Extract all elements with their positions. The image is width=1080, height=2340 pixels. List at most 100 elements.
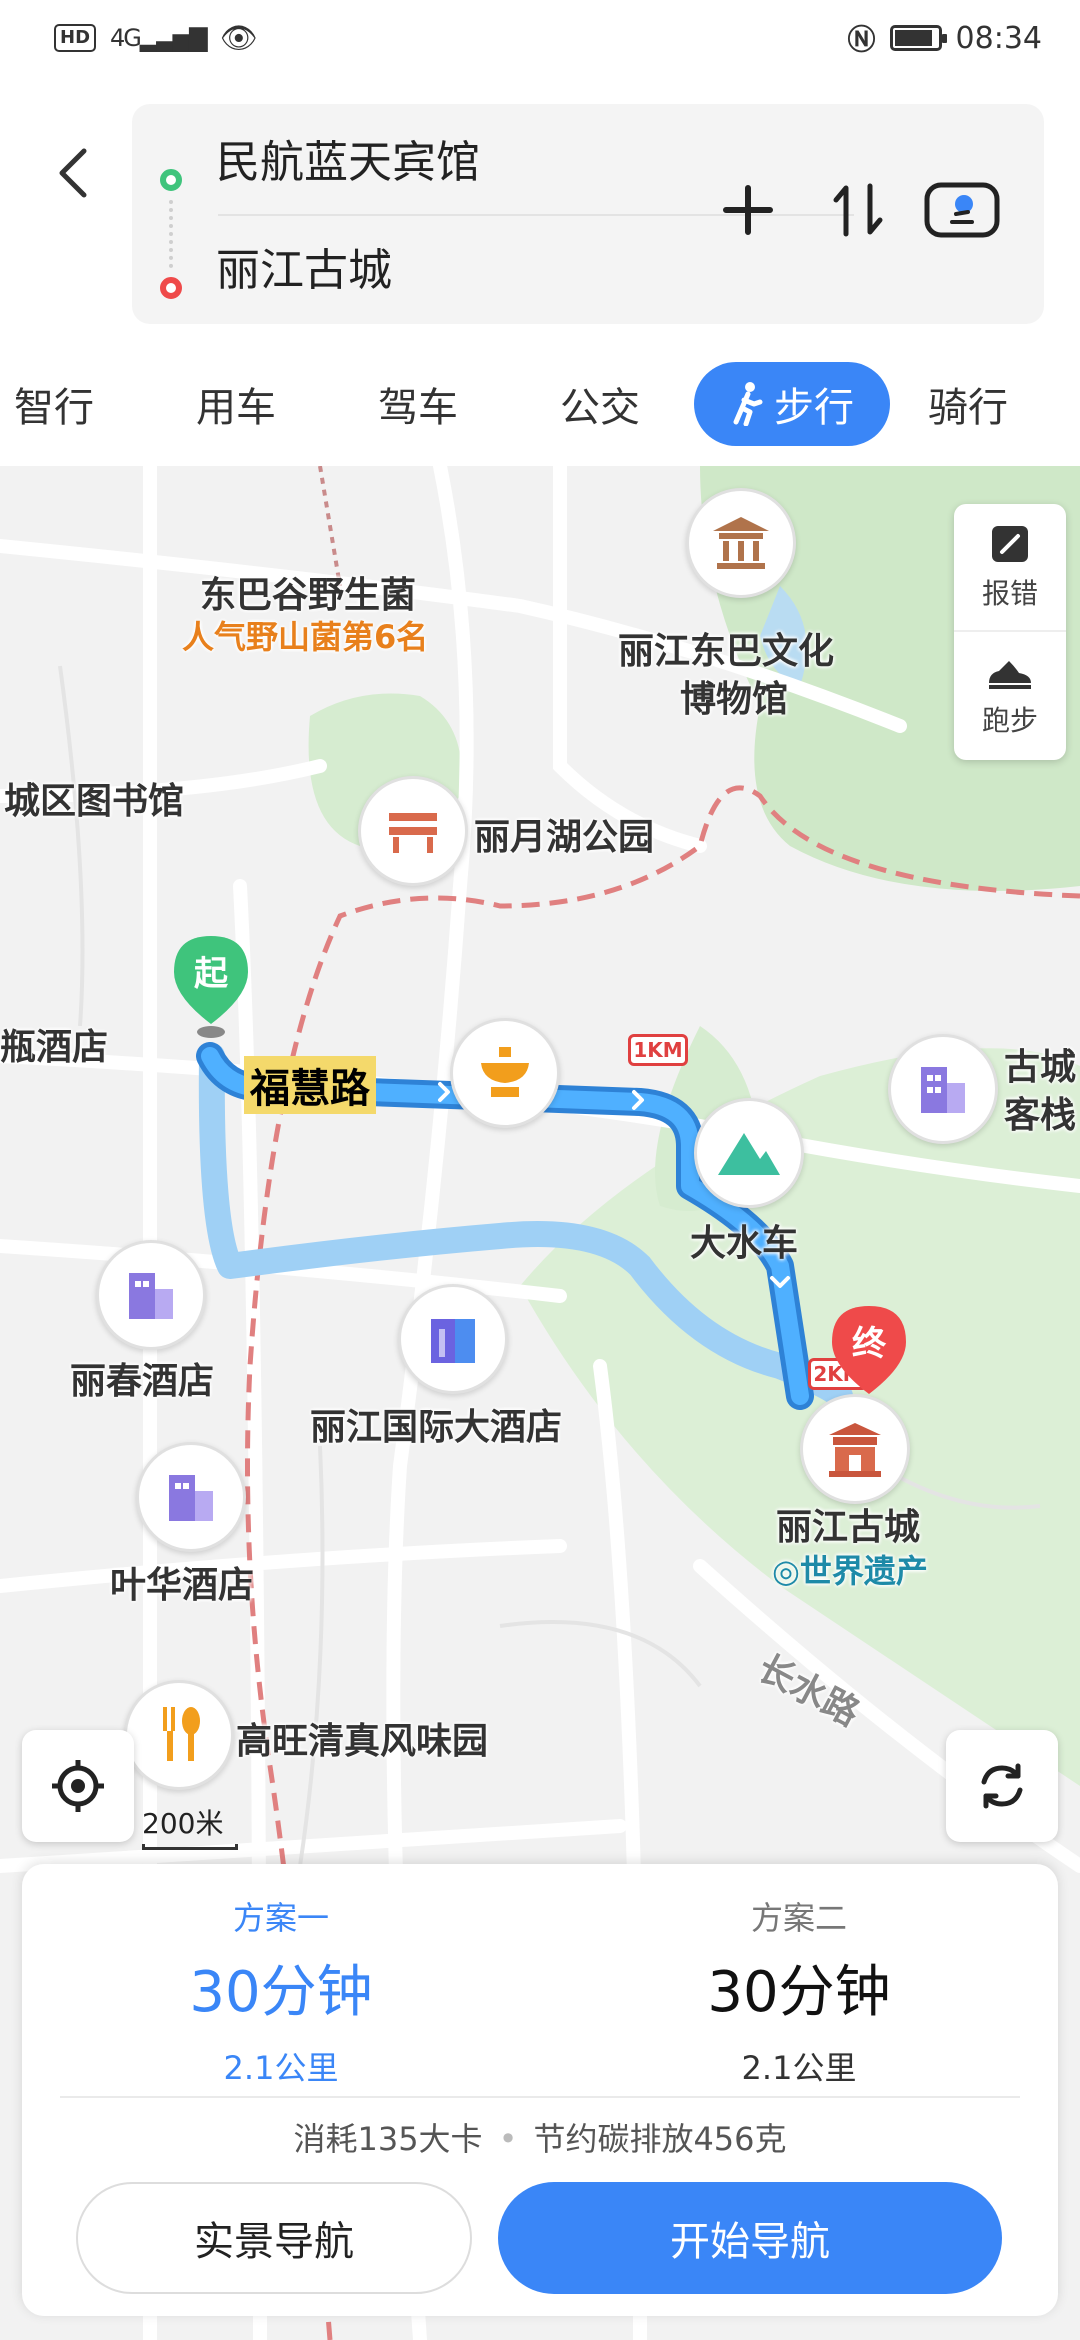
- divider: [60, 2096, 1020, 2098]
- plan-1-name: 方案一: [232, 1899, 329, 1937]
- plan-1-time: 30分钟: [189, 1960, 373, 2025]
- back-button[interactable]: [44, 128, 104, 218]
- route-connector: [169, 200, 173, 268]
- start-navigation-button[interactable]: 开始导航: [498, 2182, 1002, 2294]
- map-tools-panel: 报错 跑步: [954, 504, 1066, 760]
- label-gaowang: 高旺清真风味园: [236, 1721, 489, 1762]
- plan-2-time: 30分钟: [707, 1960, 891, 2025]
- eye-icon: 👁: [219, 20, 258, 56]
- locate-button[interactable]: [22, 1730, 134, 1842]
- label-museum: 丽江东巴文化: [618, 631, 835, 672]
- hotel-icon: [921, 1067, 965, 1113]
- label-dashuiche: 大水车: [690, 1223, 799, 1264]
- edit-icon: [992, 526, 1028, 562]
- add-waypoint-button[interactable]: [708, 170, 788, 250]
- locate-icon: [52, 1760, 104, 1812]
- start-pin: 起: [168, 932, 254, 1046]
- label-intl-hotel: 丽江国际大酒店: [310, 1407, 563, 1448]
- restaurant-icon: [163, 1707, 200, 1761]
- report-error-button[interactable]: 报错: [954, 504, 1066, 632]
- hd-badge: HD: [54, 24, 97, 52]
- calories-text: 消耗135大卡: [293, 2120, 483, 2158]
- route-plans-card: 方案一 30分钟 2.1公里 方案二 30分钟 2.1公里 消耗135大卡 • 节约…: [22, 1864, 1058, 2316]
- plan-option-2[interactable]: 方案二 30分钟 2.1公里: [540, 1888, 1058, 2098]
- building-icon: [431, 1319, 475, 1363]
- signal-icon: 4G▂▃▅▇: [110, 24, 208, 52]
- poi-intl-hotel[interactable]: [398, 1284, 508, 1394]
- plan-1-distance: 2.1公里: [223, 2049, 339, 2087]
- carbon-text: 节约碳排放456克: [533, 2120, 787, 2158]
- destination-field[interactable]: 丽江古城: [216, 226, 392, 306]
- poi-old-town-inn[interactable]: [888, 1034, 998, 1144]
- label-lichun-hotel: 丽春酒店: [70, 1361, 215, 1402]
- museum-icon: [713, 517, 769, 569]
- poi-gaowang[interactable]: [124, 1680, 234, 1790]
- plan-2-name: 方案二: [750, 1899, 847, 1937]
- label-world-heritage: ◎世界遗产: [772, 1552, 928, 1590]
- separator-dot: •: [498, 2120, 518, 2158]
- run-label: 跑步: [981, 704, 1038, 737]
- mode-tabs: 智行 用车 驾车 公交 步行 骑行: [0, 354, 1080, 454]
- poi-yehua-hotel[interactable]: [136, 1442, 246, 1552]
- start-dot-icon: [160, 169, 182, 191]
- status-bar: HD 4G▂▃▅▇ 👁 Ⓝ 08:34: [0, 0, 1080, 76]
- poi-museum[interactable]: [686, 488, 796, 598]
- ar-navigation-button[interactable]: 实景导航: [76, 2182, 472, 2294]
- label-museum-2: 博物馆: [680, 679, 789, 720]
- nfc-icon: Ⓝ: [847, 23, 876, 56]
- map-scale-label: 200米: [142, 1807, 224, 1840]
- gate-icon: [829, 1423, 881, 1477]
- hotel-icon: [169, 1475, 213, 1521]
- label-old-town-inn-2: 客栈: [1004, 1095, 1077, 1136]
- tab-drive[interactable]: 驾车: [362, 354, 474, 454]
- hotel-icon: [129, 1273, 173, 1319]
- label-library: 城区图书馆: [4, 781, 185, 822]
- refresh-icon: [981, 1763, 1023, 1809]
- swap-icon: [833, 183, 883, 237]
- bench-icon: [389, 813, 437, 853]
- voice-button[interactable]: [922, 170, 1002, 250]
- poi-dongba-mushroom[interactable]: [450, 1018, 560, 1128]
- label-old-town: 丽江古城: [776, 1507, 921, 1548]
- tab-walk-label: 步行: [774, 385, 854, 431]
- back-arrow-icon: [59, 148, 87, 198]
- battery-icon: [889, 25, 947, 51]
- end-dot-icon: [160, 277, 182, 299]
- run-button[interactable]: 跑步: [954, 632, 1066, 760]
- label-dongba-mushroom: 东巴谷野生菌: [200, 575, 417, 616]
- tab-car-hailing[interactable]: 用车: [180, 354, 292, 454]
- tab-smart[interactable]: 智行: [0, 354, 96, 454]
- shoe-icon: [989, 661, 1031, 689]
- walk-icon: [733, 382, 763, 426]
- plan-2-distance: 2.1公里: [741, 2049, 857, 2087]
- poi-lichun-hotel[interactable]: [96, 1240, 206, 1350]
- label-hotel-left: 瓶酒店: [0, 1027, 109, 1068]
- end-pin-label: 终: [852, 1324, 886, 1364]
- route-header: 民航蓝天宾馆 丽江古城 智行 用车 驾车 公交 步行 骑行: [0, 76, 1080, 466]
- tab-transit[interactable]: 公交: [544, 354, 656, 454]
- tab-walk[interactable]: 步行: [694, 362, 890, 446]
- label-yehua-hotel: 叶华酒店: [110, 1565, 255, 1606]
- poi-dashuiche[interactable]: [694, 1098, 804, 1208]
- route-input-box: 民航蓝天宾馆 丽江古城: [132, 104, 1044, 324]
- hotpot-icon: [481, 1047, 529, 1097]
- clock: 08:34: [955, 20, 1042, 56]
- label-dongba-mushroom-rank: 人气野山菌第6名: [182, 618, 429, 656]
- poi-liyue-park[interactable]: [358, 776, 468, 886]
- origin-field[interactable]: 民航蓝天宾馆: [216, 118, 480, 198]
- refresh-button[interactable]: [946, 1730, 1058, 1842]
- plan-option-1[interactable]: 方案一 30分钟 2.1公里: [22, 1888, 540, 2098]
- tab-bike[interactable]: 骑行: [912, 354, 1024, 454]
- street-label: 福慧路: [244, 1056, 376, 1114]
- km-marker-1: 1KM: [628, 1034, 688, 1066]
- swap-button[interactable]: [818, 170, 898, 250]
- end-pin: 终: [826, 1302, 912, 1402]
- start-pin-label: 起: [194, 954, 228, 994]
- map-scale-bar: [142, 1844, 238, 1850]
- poi-old-town[interactable]: [800, 1394, 910, 1504]
- route-stats: 消耗135大卡 • 节约碳排放456克: [22, 2114, 1058, 2160]
- label-old-town-inn: 古城: [1004, 1047, 1077, 1088]
- mountain-icon: [718, 1133, 780, 1175]
- label-liyue-park: 丽月湖公园: [474, 817, 655, 858]
- voice-icon: [924, 182, 1000, 238]
